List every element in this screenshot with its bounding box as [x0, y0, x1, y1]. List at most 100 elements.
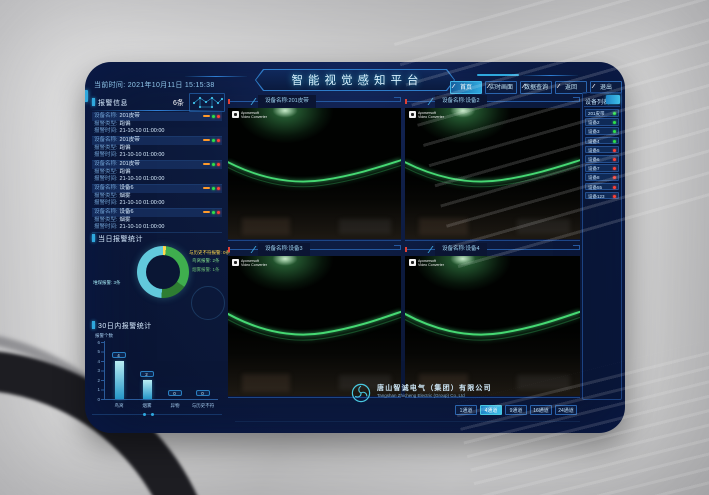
donut-legend-coal: 堆煤报警: 3条	[93, 280, 121, 286]
device-item[interactable]: 201皮带	[585, 109, 619, 117]
status-dot-icon	[613, 195, 616, 198]
online-dot-icon	[212, 115, 215, 118]
donut-legend-smoke: 烟雾报警: 1条	[192, 267, 220, 273]
channel-4-button[interactable]: 4通道	[480, 405, 502, 415]
alarm-level-bar-icon	[203, 211, 210, 214]
alarm-list-item[interactable]: 设备名称:设备6 报警类型:烟雾 报警时间:21-10-10 01:00:00	[92, 208, 222, 233]
video-title: 设备名称:201皮带	[258, 95, 316, 108]
device-item[interactable]: 设备8	[585, 173, 619, 181]
alarm-level-bar-icon	[203, 115, 210, 118]
deco-dot	[143, 413, 146, 416]
nav-home-button[interactable]: 首页	[450, 81, 482, 94]
device-item[interactable]: 设备123	[585, 192, 619, 200]
y-tick: 4	[89, 359, 100, 364]
platform-title-frame: 智能视觉感知平台	[255, 69, 455, 91]
device-item[interactable]: 设备5	[585, 146, 619, 154]
watermark-icon	[409, 111, 416, 118]
channel-switcher: 1通道 4通道 9通道 16通道 24通道	[455, 405, 577, 415]
current-time: 当前时间: 2021年10月11日 15:15:38	[94, 80, 215, 90]
video-feed[interactable]: ApowersoftVideo Converter	[405, 256, 580, 396]
divider	[92, 414, 222, 415]
status-dot-icon	[613, 158, 616, 161]
status-dot-icon	[613, 121, 616, 124]
donut-legend-history: 与历史不符报警: 0条	[189, 250, 230, 256]
status-dot-icon	[613, 112, 616, 115]
online-dot-icon	[212, 163, 215, 166]
channel-9-button[interactable]: 9通道	[505, 405, 527, 415]
watermark-circle	[191, 286, 225, 320]
alarm-list-item[interactable]: 设备名称:201皮带 报警类型:跑偏 报警时间:21-10-10 01:00:0…	[92, 160, 222, 185]
device-item[interactable]: 设备3	[585, 127, 619, 135]
alarm-list-item[interactable]: 设备名称:201皮带 报警类型:跑偏 报警时间:21-10-10 01:00:0…	[92, 136, 222, 161]
alert-dot-icon	[217, 187, 220, 190]
belt-detection-curve	[228, 108, 401, 239]
channel-1-button[interactable]: 1通道	[455, 405, 477, 415]
monthly-bar-chart: 4 2 0 0	[105, 342, 217, 399]
device-item[interactable]: 设备7	[585, 164, 619, 172]
video-panel-4[interactable]: 设备名称:设备4 ApowersoftVideo Converter	[405, 243, 580, 398]
status-dot-icon	[613, 140, 616, 143]
monthly-stats-title: 30日内报警统计	[98, 321, 152, 331]
online-dot-icon	[212, 211, 215, 214]
dashboard-window: 当前时间: 2021年10月11日 15:15:38 智能视觉感知平台 首页 实…	[85, 62, 625, 433]
video-panel-2[interactable]: 设备名称:设备2 ApowersoftVideo Converter	[405, 95, 580, 241]
alarm-list-item[interactable]: 设备名称:设备6 报警类型:烟雾 报警时间:21-10-10 01:00:00	[92, 184, 222, 209]
video-feed[interactable]: ApowersoftVideo Converter	[228, 256, 401, 396]
alarm-level-bar-icon	[203, 139, 210, 142]
alarm-section-title: 报警信息	[98, 98, 128, 108]
alarm-time-label: 报警时间:	[92, 128, 118, 136]
watermark: ApowersoftVideo Converter	[232, 111, 277, 123]
alarm-indicators	[203, 115, 220, 118]
belt-detection-curve	[405, 256, 580, 396]
video-feed[interactable]: ApowersoftVideo Converter	[405, 108, 580, 239]
company-name-cn: 唐山智诚电气（集团）有限公司	[377, 383, 492, 393]
x-axis	[104, 399, 218, 400]
online-dot-icon	[212, 187, 215, 190]
device-name-label: 设备名称:	[92, 112, 118, 121]
company-name-en: Tangshan Zhicheng Electric (Group) Co.,L…	[377, 393, 465, 398]
x-category-label: 与历史不符	[186, 403, 220, 409]
alert-dot-icon	[217, 139, 220, 142]
header-deco-segment	[477, 74, 519, 76]
daily-donut-chart	[137, 246, 189, 298]
video-panel-3[interactable]: 设备名称:设备3 ApowersoftVideo Converter	[228, 243, 401, 398]
device-item[interactable]: 设备4	[585, 137, 619, 145]
bar-value-badge: 4	[112, 352, 126, 358]
status-dot-icon	[613, 176, 616, 179]
channel-16-button[interactable]: 16通道	[530, 405, 552, 415]
channel-24-button[interactable]: 24通道	[555, 405, 577, 415]
header-deco-line	[185, 76, 247, 77]
alert-dot-icon	[217, 163, 220, 166]
device-item[interactable]: 设备55	[585, 183, 619, 191]
daily-stats-title: 当日报警统计	[98, 234, 143, 244]
video-feed[interactable]: ApowersoftVideo Converter	[228, 108, 401, 239]
divider	[235, 421, 580, 422]
nav-live-button[interactable]: 实时画面	[485, 81, 517, 94]
alert-dot-icon	[217, 115, 220, 118]
video-panel-1[interactable]: 设备名称:201皮带 ApowersoftVideo Converter	[228, 95, 401, 241]
belt-detection-curve	[228, 256, 401, 396]
bar-value-badge: 0	[196, 390, 210, 396]
device-item[interactable]: 设备6	[585, 155, 619, 163]
desktop-background: 当前时间: 2021年10月11日 15:15:38 智能视觉感知平台 首页 实…	[0, 0, 709, 495]
header-deco-line	[523, 75, 578, 76]
section-pip	[92, 234, 95, 242]
panel-pip	[228, 99, 230, 104]
device-name-value: 201皮带	[118, 112, 140, 121]
alarm-list-item[interactable]: 设备名称:201皮带 报警类型:跑偏 报警时间:21-10-10 01:00:0…	[92, 112, 222, 137]
section-pip	[92, 98, 95, 106]
divider	[92, 110, 222, 111]
y-tick: 2	[89, 378, 100, 383]
y-tick: 0	[89, 397, 100, 402]
bar-value-badge: 2	[140, 371, 154, 377]
y-axis-label: 报警个数	[95, 333, 113, 339]
alarm-type-value: 跑偏	[118, 121, 131, 129]
y-tick: 3	[89, 368, 100, 373]
bar	[115, 361, 124, 399]
video-title: 设备名称:设备4	[435, 243, 487, 256]
divider	[584, 106, 620, 107]
device-search-box[interactable]	[606, 95, 620, 104]
device-item[interactable]: 设备2	[585, 118, 619, 126]
nav-query-button[interactable]: 数据查询	[520, 81, 552, 94]
alarm-time-value: 21-10-10 01:00:00	[118, 128, 165, 136]
